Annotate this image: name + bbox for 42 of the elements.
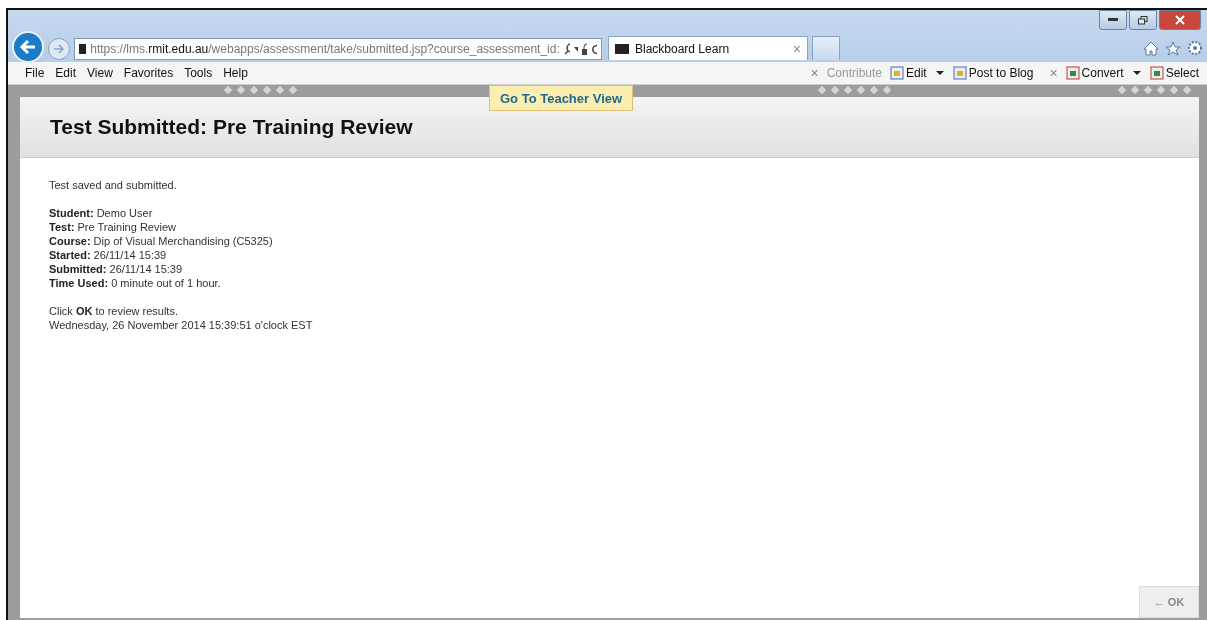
minimize-icon xyxy=(1108,18,1118,22)
page-title: Test Submitted: Pre Training Review xyxy=(50,115,413,139)
toolbar-item-icon xyxy=(890,66,904,80)
restore-icon xyxy=(1138,15,1148,25)
toolbar-button[interactable]: Select xyxy=(1149,66,1199,80)
toolbar-button[interactable]: Convert xyxy=(1065,66,1142,80)
toolbar-button[interactable]: Post to Blog xyxy=(952,66,1034,80)
toolbar-item-icon xyxy=(1149,66,1164,80)
menu-item[interactable]: Tools xyxy=(181,66,221,80)
back-arrow-icon xyxy=(19,39,37,55)
home-icon[interactable] xyxy=(1143,40,1159,56)
detail-line: Time Used: 0 minute out of 1 hour. xyxy=(49,276,222,290)
detail-line: Test: Pre Training Review xyxy=(49,220,177,234)
browser-tab[interactable]: Blackboard Learn × xyxy=(608,36,808,60)
tab-title: Blackboard Learn xyxy=(635,41,730,56)
detail-line: Submitted: 26/11/14 15:39 xyxy=(49,262,184,276)
star-icon[interactable] xyxy=(1165,40,1181,56)
detail-line: Started: 26/11/14 15:39 xyxy=(49,248,168,262)
settings-icon[interactable] xyxy=(1187,40,1203,56)
close-button[interactable] xyxy=(1159,10,1201,30)
forward-arrow-icon xyxy=(53,44,65,54)
tab-close-button[interactable]: × xyxy=(792,40,801,57)
menu-item[interactable]: Edit xyxy=(52,66,85,80)
detail-line: Student: Demo User xyxy=(49,206,154,220)
info-line: Click OK to review results. xyxy=(49,304,179,318)
toolbar-item-icon xyxy=(952,66,967,80)
back-button[interactable] xyxy=(12,31,44,63)
status-message: Test saved and submitted. xyxy=(49,178,178,192)
menu-item[interactable]: Favorites xyxy=(120,66,182,80)
detail-line: Course: Dip of Visual Merchandising (C5325) xyxy=(49,234,274,248)
teacher-view-button[interactable]: Go To Teacher View xyxy=(489,85,634,111)
close-icon xyxy=(1175,15,1185,25)
address-field[interactable]: https://lms.rmit.edu.au/webapps/assessment/take/submitted.jsp?course_assessment_id: xyxy=(74,38,602,60)
minimize-button[interactable] xyxy=(1099,10,1127,30)
menu-item[interactable]: View xyxy=(84,66,121,80)
menu-item[interactable]: File xyxy=(22,66,53,80)
menu-item[interactable]: Help xyxy=(220,66,256,80)
new-tab-button[interactable] xyxy=(812,36,840,60)
toolbar-item-icon xyxy=(1065,66,1080,80)
restore-button[interactable] xyxy=(1129,10,1157,30)
toolbar-button[interactable]: Edit xyxy=(890,66,945,80)
info-line: Wednesday, 26 November 2014 15:39:51 o'clock EST xyxy=(49,318,314,332)
